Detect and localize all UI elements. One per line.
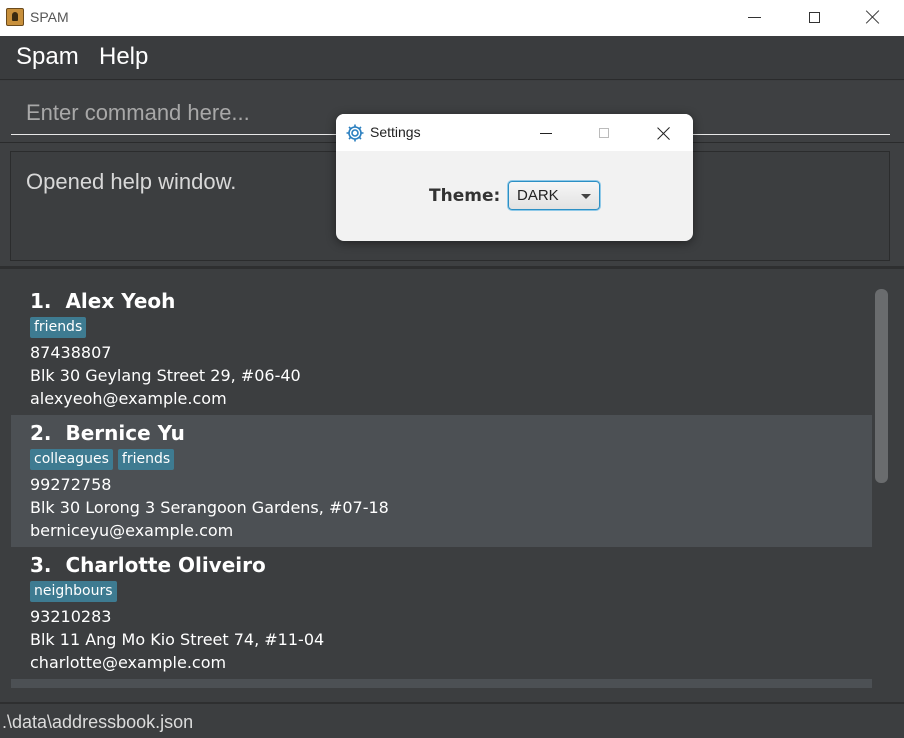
save-file-path: .\data\addressbook.json: [2, 712, 194, 732]
person-email: charlotte@example.com: [30, 653, 227, 672]
minimize-icon: [540, 132, 552, 134]
settings-maximize-button: [584, 119, 624, 147]
person-email: alexyeoh@example.com: [30, 389, 227, 408]
maximize-icon: [599, 128, 609, 138]
person-card-partial[interactable]: [11, 679, 872, 688]
theme-select[interactable]: DARK: [508, 181, 600, 210]
menu-spam[interactable]: Spam: [16, 43, 79, 71]
maximize-button[interactable]: [786, 0, 842, 34]
person-phone: 93210283: [30, 607, 112, 626]
person-name: 1. Alex Yeoh: [30, 289, 175, 313]
person-address: Blk 30 Geylang Street 29, #06-40: [30, 366, 301, 385]
tag: friends: [117, 449, 175, 470]
gear-icon: [346, 124, 364, 142]
person-index: 1.: [30, 289, 52, 313]
settings-minimize-button[interactable]: [526, 119, 566, 147]
menu-help[interactable]: Help: [99, 43, 148, 71]
window-titlebar[interactable]: SPAM: [0, 0, 904, 36]
person-phone: 87438807: [30, 343, 112, 362]
settings-dialog: Settings Theme: DARK: [336, 114, 693, 241]
maximize-icon: [808, 11, 820, 23]
person-card[interactable]: 2. Bernice Yu colleagues friends 9927275…: [11, 415, 872, 547]
tag-list: colleagues friends: [30, 449, 175, 470]
person-card[interactable]: 3. Charlotte Oliveiro neighbours 9321028…: [11, 547, 872, 679]
window-title: SPAM: [30, 9, 69, 25]
minimize-icon: [747, 16, 761, 18]
minimize-button[interactable]: [726, 0, 782, 34]
app-icon: [6, 8, 24, 26]
close-icon: [866, 10, 880, 24]
person-name-text: Charlotte Oliveiro: [65, 553, 266, 577]
person-phone: 99272758: [30, 475, 112, 494]
person-name: 3. Charlotte Oliveiro: [30, 553, 266, 577]
settings-close-button[interactable]: [643, 119, 683, 147]
list-scrollbar[interactable]: [875, 289, 888, 483]
person-name: 2. Bernice Yu: [30, 421, 185, 445]
person-name-text: Alex Yeoh: [65, 289, 176, 313]
result-text: Opened help window.: [26, 169, 237, 194]
close-button[interactable]: [845, 0, 901, 34]
tag: neighbours: [30, 581, 117, 602]
status-bar: .\data\addressbook.json: [0, 702, 904, 738]
chevron-down-icon: [581, 194, 591, 199]
person-address: Blk 11 Ang Mo Kio Street 74, #11-04: [30, 630, 325, 649]
person-list-panel: 1. Alex Yeoh friends 87438807 Blk 30 Gey…: [0, 269, 904, 702]
theme-selected-value: DARK: [517, 187, 559, 204]
close-icon: [657, 127, 670, 140]
tag-list: neighbours: [30, 581, 117, 602]
menu-bar: Spam Help: [0, 36, 904, 80]
tag: friends: [30, 317, 87, 338]
tag: colleagues: [30, 449, 113, 470]
person-index: 3.: [30, 553, 52, 577]
person-email: berniceyu@example.com: [30, 521, 234, 540]
theme-label: Theme:: [429, 186, 501, 206]
settings-titlebar[interactable]: Settings: [336, 114, 693, 151]
person-name-text: Bernice Yu: [65, 421, 185, 445]
person-index: 2.: [30, 421, 52, 445]
settings-title: Settings: [370, 124, 421, 140]
person-address: Blk 30 Lorong 3 Serangoon Gardens, #07-1…: [30, 498, 389, 517]
tag-list: friends: [30, 317, 87, 338]
person-card[interactable]: 1. Alex Yeoh friends 87438807 Blk 30 Gey…: [11, 283, 872, 415]
person-list[interactable]: 1. Alex Yeoh friends 87438807 Blk 30 Gey…: [11, 283, 872, 688]
